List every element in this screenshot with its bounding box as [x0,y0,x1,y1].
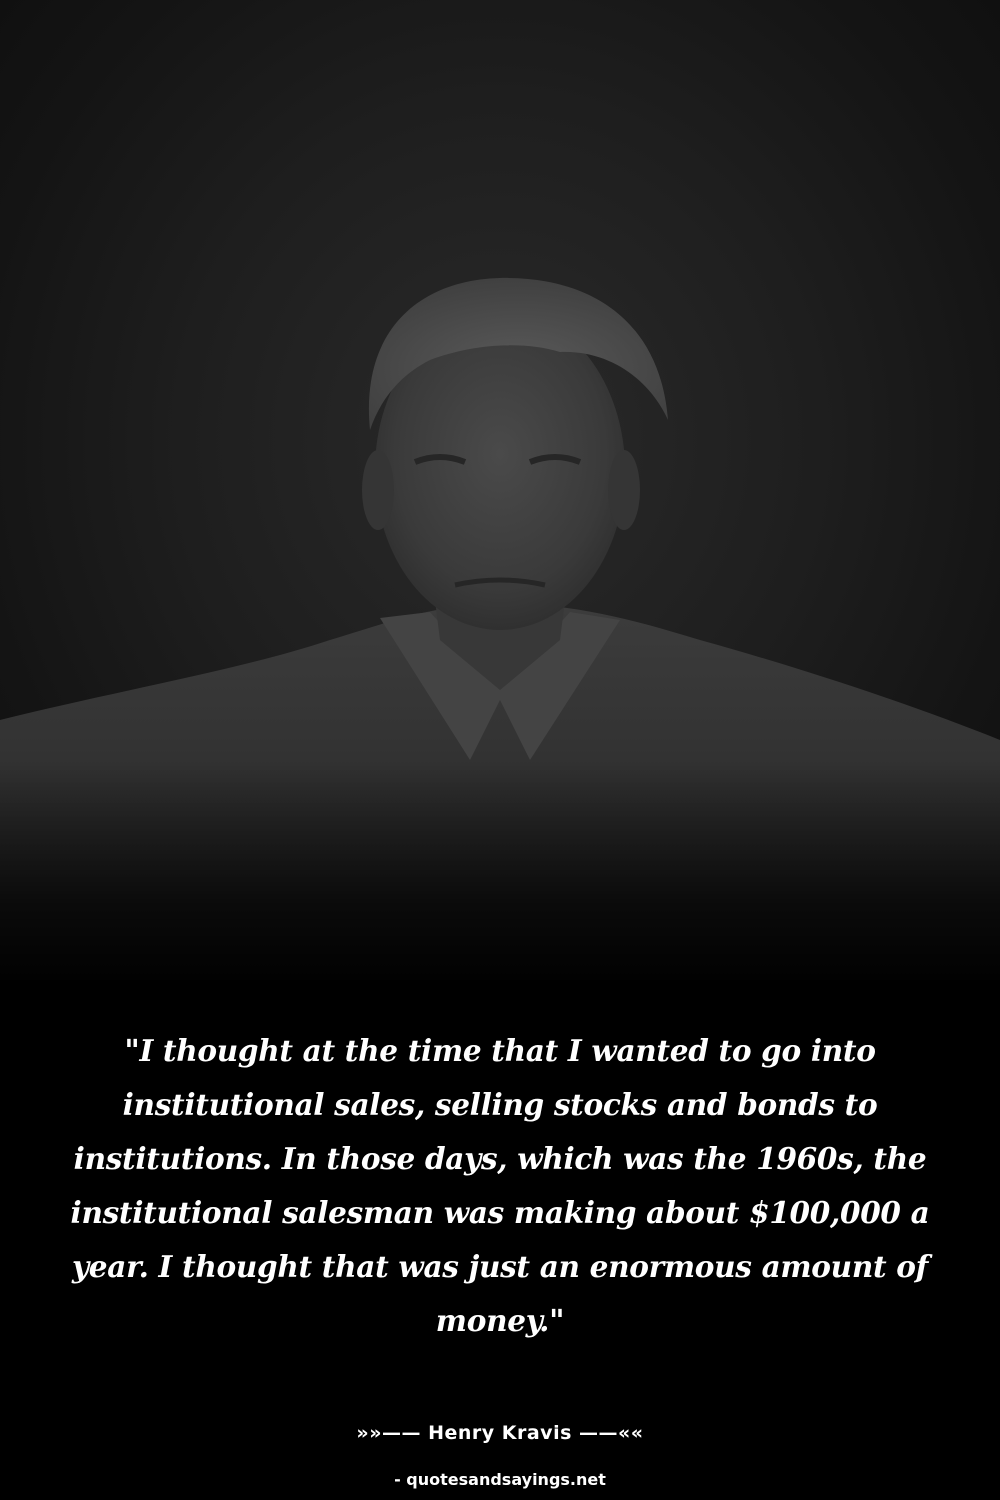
source-watermark: - quotesandsayings.net [394,1470,606,1489]
quote-card: "I thought at the time that I wanted to … [0,0,1000,1500]
quote-author: »»—— Henry Kravis ——«« [356,1422,644,1444]
bottom-fade-overlay [0,760,1000,1000]
quote-text: "I thought at the time that I wanted to … [70,1033,930,1338]
